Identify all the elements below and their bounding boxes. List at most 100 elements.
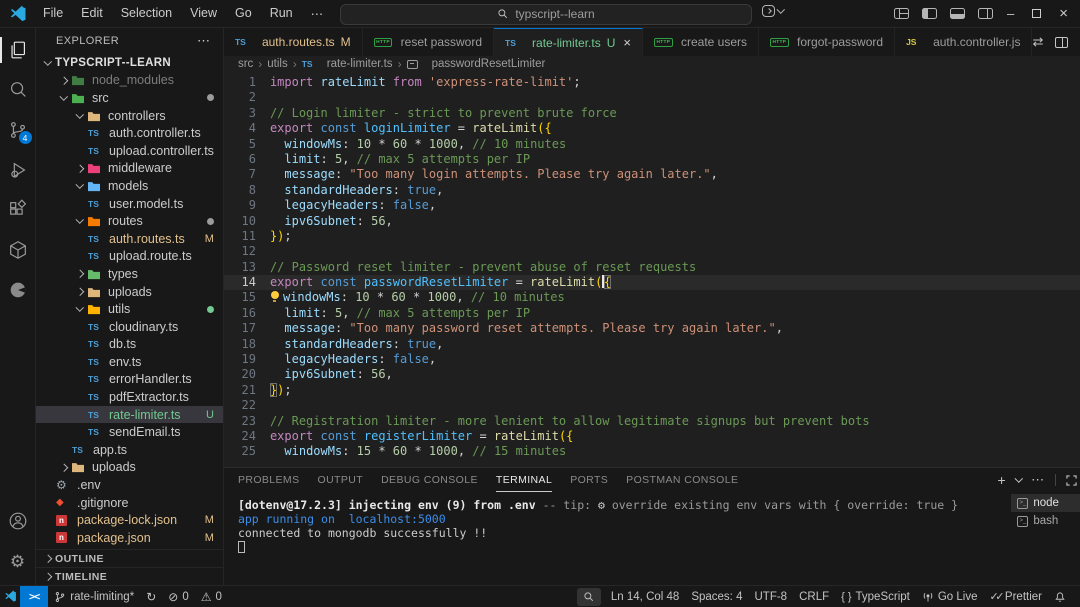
status-notifications[interactable] [1048,586,1072,607]
panel-tab-terminal[interactable]: TERMINAL [495,468,553,492]
tree-item-package-json[interactable]: n package.json M [36,529,223,547]
code-line[interactable]: 11}); [224,229,1080,244]
tab-forgot-password[interactable]: HTTP forgot-password [759,28,896,56]
menu-run[interactable]: Run [262,4,301,23]
tree-item-routes[interactable]: routes [36,212,223,230]
copilot-menu[interactable] [762,5,785,17]
code-line[interactable]: 21}); [224,382,1080,398]
run-debug-icon[interactable] [0,150,36,190]
tab-create-users[interactable]: HTTP create users [642,28,760,56]
tab-reset-password[interactable]: HTTP reset password [362,28,495,56]
tree-item-gitignore[interactable]: ◆ .gitignore [36,494,223,512]
search-view-icon[interactable] [0,70,36,110]
code-line[interactable]: 9 legacyHeaders: false, [224,198,1080,213]
tree-item-src[interactable]: src [36,89,223,107]
tree-item-node-modules[interactable]: node_modules [36,72,223,90]
tab-auth-controller-js[interactable]: JS auth.controller.js [895,28,1033,56]
status-encoding[interactable]: UTF-8 [748,586,793,607]
terminal-profile-chevron-icon[interactable] [1014,474,1023,483]
split-editor-icon[interactable] [1055,36,1069,48]
tree-item-uploads[interactable]: uploads [36,283,223,301]
window-maximize-button[interactable] [1032,9,1042,18]
code-line[interactable]: 18 standardHeaders: true, [224,337,1080,352]
tree-item-errorhandler-ts[interactable]: TS errorHandler.ts [36,371,223,389]
code-line[interactable]: 13// Password reset limiter - prevent ab… [224,260,1080,275]
status-go-live[interactable]: Go Live [916,586,984,607]
menu-view[interactable]: View [182,4,225,23]
toggle-panel-icon[interactable] [950,8,965,19]
tree-item-pdfextractor-ts[interactable]: TS pdfExtractor.ts [36,388,223,406]
code-line[interactable]: 6 limit: 5, // max 5 attempts per IP [224,152,1080,167]
source-control-icon[interactable]: 4 [0,110,36,150]
status-problems-errors[interactable]: ⊘ 0 [162,586,194,607]
code-line[interactable]: 5 windowMs: 10 * 60 * 1000, // 10 minute… [224,137,1080,152]
tree-item-sendemail-ts[interactable]: TS sendEmail.ts [36,423,223,441]
explorer-icon[interactable] [0,30,36,70]
status-eol[interactable]: CRLF [793,586,835,607]
code-line[interactable]: 22 [224,398,1080,413]
tree-item-user-model-ts[interactable]: TS user.model.ts [36,195,223,213]
code-line[interactable]: 10 ipv6Subnet: 56, [224,214,1080,229]
tree-item-upload-controller-ts[interactable]: TS upload.controller.ts [36,142,223,160]
tree-item-types[interactable]: types [36,265,223,283]
panel-tab-debug-console[interactable]: DEBUG CONSOLE [381,468,478,492]
status-search-toggle[interactable] [576,587,601,606]
toggle-secondary-sidebar-icon[interactable] [978,8,993,19]
remote-indicator[interactable]: >< [20,585,49,607]
breadcrumb-item-src[interactable]: src [238,58,253,70]
code-line[interactable]: 23// Registration limiter - more lenient… [224,414,1080,429]
code-line[interactable]: 8 standardHeaders: true, [224,183,1080,198]
window-close-button[interactable]: × [1059,5,1068,22]
status-indentation[interactable]: Spaces: 4 [685,586,748,607]
settings-gear-icon[interactable]: ⚙ [0,541,36,581]
window-minimize-button[interactable]: – [1007,6,1014,21]
breadcrumb-item-passwordresetlimiter[interactable]: passwordResetLimiter [406,58,545,70]
outline-section[interactable]: OUTLINE [36,549,223,567]
extensions-icon[interactable] [0,190,36,230]
tree-item-package-lock-json[interactable]: n package-lock.json M [36,511,223,529]
tab-auth-routes-ts[interactable]: TS auth.routes.ts M [223,28,363,56]
code-line[interactable]: 17 message: "Too many password reset att… [224,321,1080,336]
tree-item-env-ts[interactable]: TS env.ts [36,353,223,371]
code-line[interactable]: 19 legacyHeaders: false, [224,352,1080,367]
breadcrumb-item-rate-limiter-ts[interactable]: TS rate-limiter.ts [302,58,393,70]
code-line[interactable]: 20 ipv6Subnet: 56, [224,367,1080,382]
tree-item-env[interactable]: ⚙ .env [36,476,223,494]
code-editor[interactable]: 1 import rateLimit from 'express-rate-lim… [223,72,1080,467]
code-line[interactable]: 7 message: "Too many login attempts. Ple… [224,167,1080,182]
maximize-panel-icon[interactable] [1066,474,1077,486]
panel-tab-output[interactable]: OUTPUT [318,468,364,492]
explorer-more-icon[interactable]: ⋯ [197,33,211,49]
panel-tab-problems[interactable]: PROBLEMS [238,468,300,492]
new-terminal-icon[interactable]: + [997,472,1005,488]
tree-item-uploads[interactable]: uploads [36,459,223,477]
panel-tab-ports[interactable]: PORTS [570,468,608,492]
extension-circle-icon[interactable] [0,270,36,310]
tree-item-utils[interactable]: utils [36,300,223,318]
panel-tab-postman-console[interactable]: POSTMAN CONSOLE [626,468,738,492]
code-line[interactable]: 25 windowMs: 15 * 60 * 1000, // 15 minut… [224,444,1080,459]
tree-item-app-ts[interactable]: TS app.ts [36,441,223,459]
toggle-sidebar-icon[interactable] [922,8,937,19]
menu-edit[interactable]: Edit [73,4,111,23]
code-line[interactable]: 1 import rateLimit from 'express-rate-lim… [224,75,1080,90]
terminal-tab-node[interactable]: >_ node [1011,494,1080,512]
tree-item-auth-controller-ts[interactable]: TS auth.controller.ts [36,124,223,142]
status-problems-warnings[interactable]: ⚠ 0 [195,586,228,607]
tree-root[interactable]: TYPSCRIPT--LEARN [36,54,223,72]
tree-item-auth-routes-ts[interactable]: TS auth.routes.ts M [36,230,223,248]
tree-item-middleware[interactable]: middleware [36,160,223,178]
breadcrumb-item-utils[interactable]: utils [267,58,287,70]
tree-item-controllers[interactable]: controllers [36,107,223,125]
open-changes-icon[interactable]: ⇄ [1032,34,1043,50]
customize-layout-icon[interactable] [894,8,909,19]
tab-rate-limiter-ts[interactable]: TS rate-limiter.ts U × [494,28,643,56]
terminal-tab-bash[interactable]: >_ bash [1011,512,1080,530]
menu-file[interactable]: File [35,4,71,23]
code-line[interactable]: 14 export const passwordResetLimiter = ra… [223,275,1080,291]
code-line[interactable]: 2 [224,90,1080,105]
code-line[interactable]: 15 windowMs: 10 * 60 * 1000, // 10 minute… [224,290,1080,305]
tree-item-rate-limiter-ts[interactable]: TS rate-limiter.ts U [36,405,223,424]
tree-item-models[interactable]: models [36,177,223,195]
timeline-section[interactable]: TIMELINE [36,567,223,585]
